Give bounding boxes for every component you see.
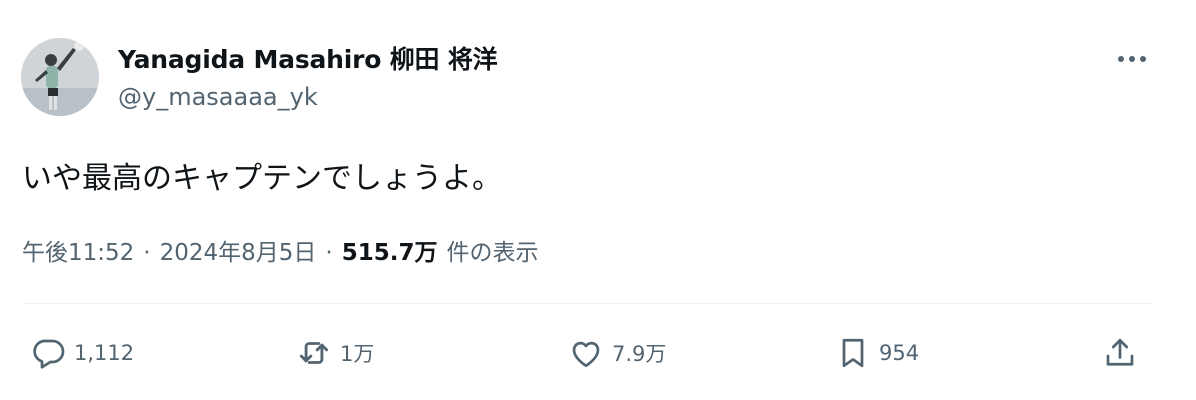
bookmark-count: 954	[879, 341, 920, 365]
repost-icon	[294, 333, 334, 373]
tweet-text: いや最高のキャプテンでしょうよ。	[22, 161, 502, 196]
heart-icon	[566, 333, 606, 373]
bookmark-button[interactable]: 954	[833, 333, 919, 373]
tweet-meta: 午後11:52 · 2024年8月5日 · 515.7万 件の表示	[22, 233, 539, 267]
repost-button[interactable]: 1万	[294, 333, 374, 373]
reply-button[interactable]: 1,112	[28, 333, 134, 373]
reply-icon	[28, 333, 68, 373]
like-count: 7.9万	[612, 342, 667, 366]
meta-separator: ·	[143, 240, 151, 266]
views-label: 件の表示	[446, 240, 539, 266]
bookmark-icon	[833, 333, 873, 373]
avatar[interactable]	[21, 38, 99, 116]
divider	[22, 303, 1152, 304]
share-icon	[1100, 333, 1140, 373]
share-button[interactable]	[1100, 333, 1140, 373]
reply-count: 1,112	[74, 341, 135, 365]
repost-count: 1万	[340, 342, 375, 366]
display-name[interactable]: Yanagida Masahiro 柳田 将洋	[118, 40, 498, 76]
views-count[interactable]: 515.7万	[342, 233, 438, 267]
user-handle[interactable]: @y_masaaaa_yk	[118, 83, 318, 111]
like-button[interactable]: 7.9万	[566, 333, 666, 373]
meta-separator: ·	[325, 240, 333, 266]
tweet-time[interactable]: 午後11:52	[22, 233, 134, 267]
more-dots-icon	[1118, 56, 1146, 62]
avatar-image	[21, 38, 99, 116]
tweet-date[interactable]: 2024年8月5日	[160, 233, 317, 267]
more-options-button[interactable]	[1110, 42, 1154, 76]
